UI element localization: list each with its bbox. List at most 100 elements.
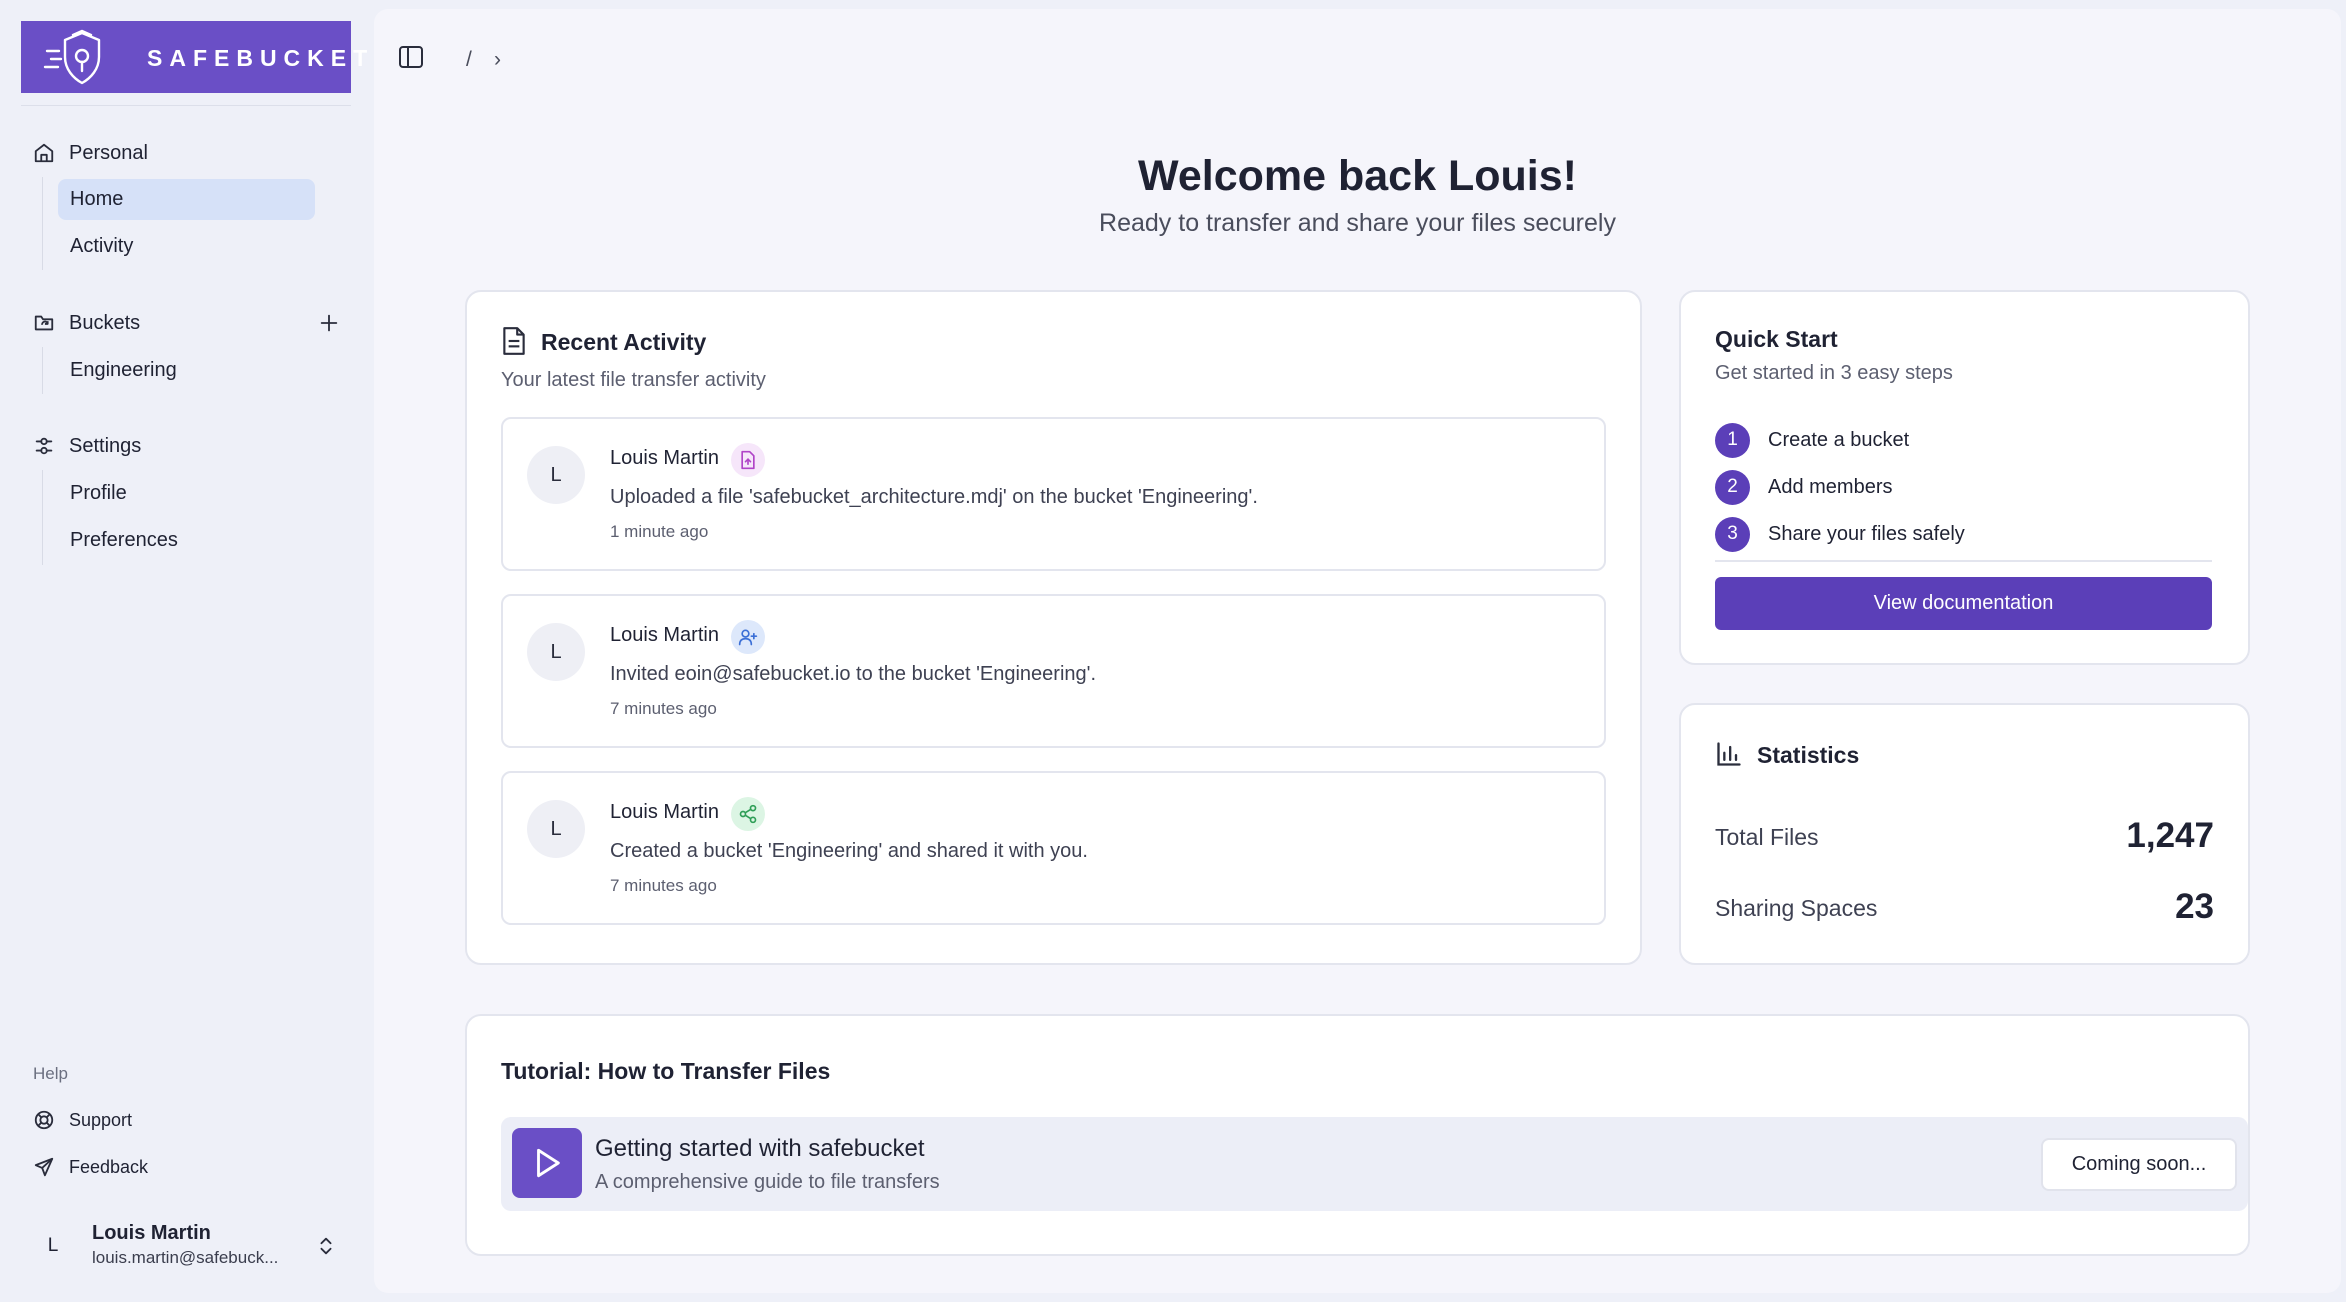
sidebar-item-label: Profile <box>70 482 127 504</box>
view-documentation-button[interactable]: View documentation <box>1715 577 2212 630</box>
activity-item[interactable]: L Louis Martin Created a bucket 'Enginee… <box>501 771 1606 925</box>
support-label: Support <box>69 1109 133 1130</box>
sidebar-divider <box>21 105 351 106</box>
activity-time: 7 minutes ago <box>610 699 717 718</box>
tutorial-item-subtitle: A comprehensive guide to file transfers <box>595 1171 940 1193</box>
sidebar-item-activity[interactable]: Activity <box>58 226 315 267</box>
divider <box>1715 560 2212 562</box>
sidebar-group-buckets[interactable]: Buckets <box>33 305 140 341</box>
statistics-title: Statistics <box>1757 742 1860 768</box>
tutorial-item-title: Getting started with safebucket <box>595 1135 925 1162</box>
step-label: Share your files safely <box>1768 522 1965 545</box>
quick-start-step: 2 Add members <box>1715 469 1893 505</box>
nav-tree-line <box>42 470 43 565</box>
folder-sync-icon <box>34 315 54 331</box>
quick-start-step: 1 Create a bucket <box>1715 422 1909 458</box>
avatar: L <box>527 800 585 858</box>
sidebar-group-settings[interactable]: Settings <box>33 428 141 464</box>
brand-logo[interactable]: SAFEBUCKET <box>21 21 367 93</box>
lifebuoy-icon <box>34 1110 54 1130</box>
coming-soon-button[interactable]: Coming soon... <box>2041 1138 2237 1191</box>
activity-time: 7 minutes ago <box>610 876 717 895</box>
user-email: louis.martin@safebuck... <box>92 1248 279 1267</box>
play-icon <box>537 1148 560 1178</box>
activity-description: Uploaded a file 'safebucket_architecture… <box>610 486 1258 508</box>
sidebar-item-home[interactable]: Home <box>58 179 315 220</box>
brand-name: SAFEBUCKET <box>147 45 375 71</box>
play-button[interactable] <box>512 1128 582 1198</box>
avatar: L <box>527 446 585 504</box>
sidebar-item-profile[interactable]: Profile <box>58 473 315 514</box>
send-icon <box>34 1157 54 1177</box>
breadcrumb-chevron: › <box>494 48 501 71</box>
sidebar-group-label: Personal <box>69 141 148 164</box>
file-upload-icon <box>741 450 755 470</box>
sharing-spaces-value: 23 <box>2175 887 2214 926</box>
user-menu[interactable]: L Louis Martin louis.martin@safebuck... <box>33 1216 343 1274</box>
sidebar-item-label: Engineering <box>70 359 177 381</box>
activity-description: Invited eoin@safebucket.io to the bucket… <box>610 663 1097 685</box>
user-name: Louis Martin <box>92 1222 211 1244</box>
bar-chart-icon <box>1717 742 1741 766</box>
activity-time: 1 minute ago <box>610 522 709 541</box>
sidebar-item-label: Preferences <box>70 529 178 551</box>
step-number: 1 <box>1715 422 1750 458</box>
tutorial-title: Tutorial: How to Transfer Files <box>501 1058 831 1084</box>
step-number: 3 <box>1715 516 1750 552</box>
page-title: Welcome back Louis! <box>1138 152 1577 200</box>
nav-tree-line <box>42 177 43 270</box>
share-icon <box>739 804 757 824</box>
sidebar-item-label: Activity <box>70 235 134 257</box>
feedback-label: Feedback <box>69 1156 149 1177</box>
quick-start-subtitle: Get started in 3 easy steps <box>1715 362 1953 384</box>
avatar: L <box>47 1235 59 1256</box>
sidebar-toggle-icon[interactable] <box>398 45 424 69</box>
nav-tree-line <box>42 347 43 394</box>
activity-item[interactable]: L Louis Martin Uploaded a file 'safebuck… <box>501 417 1606 571</box>
activity-user: Louis Martin <box>610 801 719 823</box>
activity-badge <box>731 620 765 654</box>
document-icon <box>503 327 525 355</box>
avatar: L <box>527 623 585 681</box>
total-files-label: Total Files <box>1715 824 1819 850</box>
step-label: Create a bucket <box>1768 428 1910 451</box>
sidebar-item-engineering[interactable]: Engineering <box>58 350 315 391</box>
activity-badge <box>731 797 765 831</box>
statistics-card: Statistics Total Files 1,247 Sharing Spa… <box>1679 703 2250 965</box>
home-icon <box>34 143 54 163</box>
activity-user: Louis Martin <box>610 624 719 646</box>
feedback-link[interactable]: Feedback <box>33 1153 148 1181</box>
sidebar-item-label: Home <box>70 188 124 210</box>
step-label: Add members <box>1768 475 1893 498</box>
sidebar-group-personal[interactable]: Personal <box>33 135 148 171</box>
sidebar-group-label: Settings <box>69 434 142 457</box>
quick-start-step: 3 Share your files safely <box>1715 516 1965 552</box>
activity-user: Louis Martin <box>610 447 719 469</box>
sharing-spaces-label: Sharing Spaces <box>1715 895 1878 921</box>
activity-badge <box>731 443 765 477</box>
recent-activity-title: Recent Activity <box>541 329 707 355</box>
total-files-value: 1,247 <box>2126 816 2214 855</box>
quick-start-title: Quick Start <box>1715 326 1838 352</box>
recent-activity-subtitle: Your latest file transfer activity <box>501 369 766 391</box>
main-panel: / › Welcome back Louis! Ready to transfe… <box>374 9 2341 1293</box>
recent-activity-card: Recent Activity Your latest file transfe… <box>465 290 1642 965</box>
step-number: 2 <box>1715 469 1750 505</box>
quick-start-card: Quick Start Get started in 3 easy steps … <box>1679 290 2250 665</box>
chevrons-up-down-icon <box>320 1237 332 1255</box>
breadcrumb-separator: / <box>466 48 472 71</box>
activity-item[interactable]: L Louis Martin Invited eoin@safebucket.i… <box>501 594 1606 748</box>
tutorial-item[interactable]: Getting started with safebucket A compre… <box>501 1117 2248 1211</box>
sidebar-item-preferences[interactable]: Preferences <box>58 520 315 561</box>
sidebar: SAFEBUCKET Personal Home Activity Bucket… <box>0 0 372 1302</box>
settings-sliders-icon <box>35 437 53 455</box>
support-link[interactable]: Support <box>33 1106 132 1134</box>
shield-bucket-icon <box>43 29 101 85</box>
add-bucket-icon[interactable] <box>318 312 340 334</box>
help-section-label: Help <box>33 1064 68 1083</box>
user-plus-icon <box>738 629 758 646</box>
sidebar-group-label: Buckets <box>69 311 141 334</box>
page-subtitle: Ready to transfer and share your files s… <box>1099 209 1616 237</box>
activity-description: Created a bucket 'Engineering' and share… <box>610 840 1088 862</box>
tutorial-card: Tutorial: How to Transfer Files Getting … <box>465 1014 2250 1256</box>
